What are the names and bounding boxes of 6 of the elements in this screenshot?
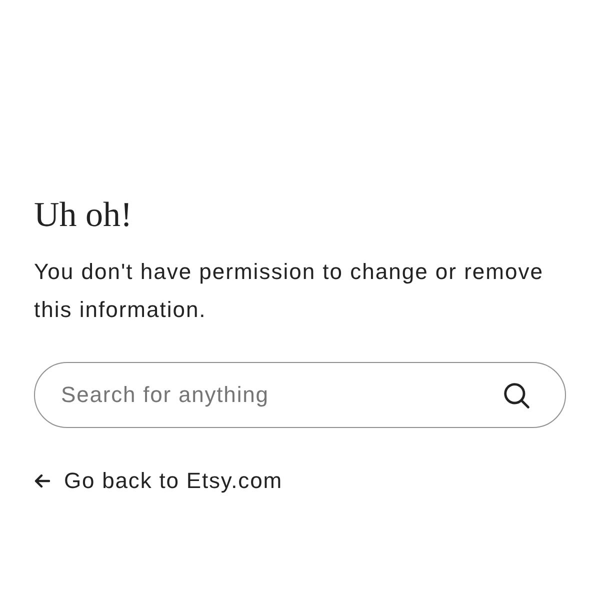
search-field[interactable]: Search for anything bbox=[34, 362, 566, 428]
error-message: You don't have permission to change or remove this information. bbox=[34, 258, 544, 324]
page-heading: Uh oh! bbox=[34, 195, 134, 235]
back-link[interactable]: Go back to Etsy.com bbox=[34, 466, 282, 496]
left-arrow-icon bbox=[34, 474, 50, 488]
search-icon[interactable] bbox=[503, 382, 531, 410]
